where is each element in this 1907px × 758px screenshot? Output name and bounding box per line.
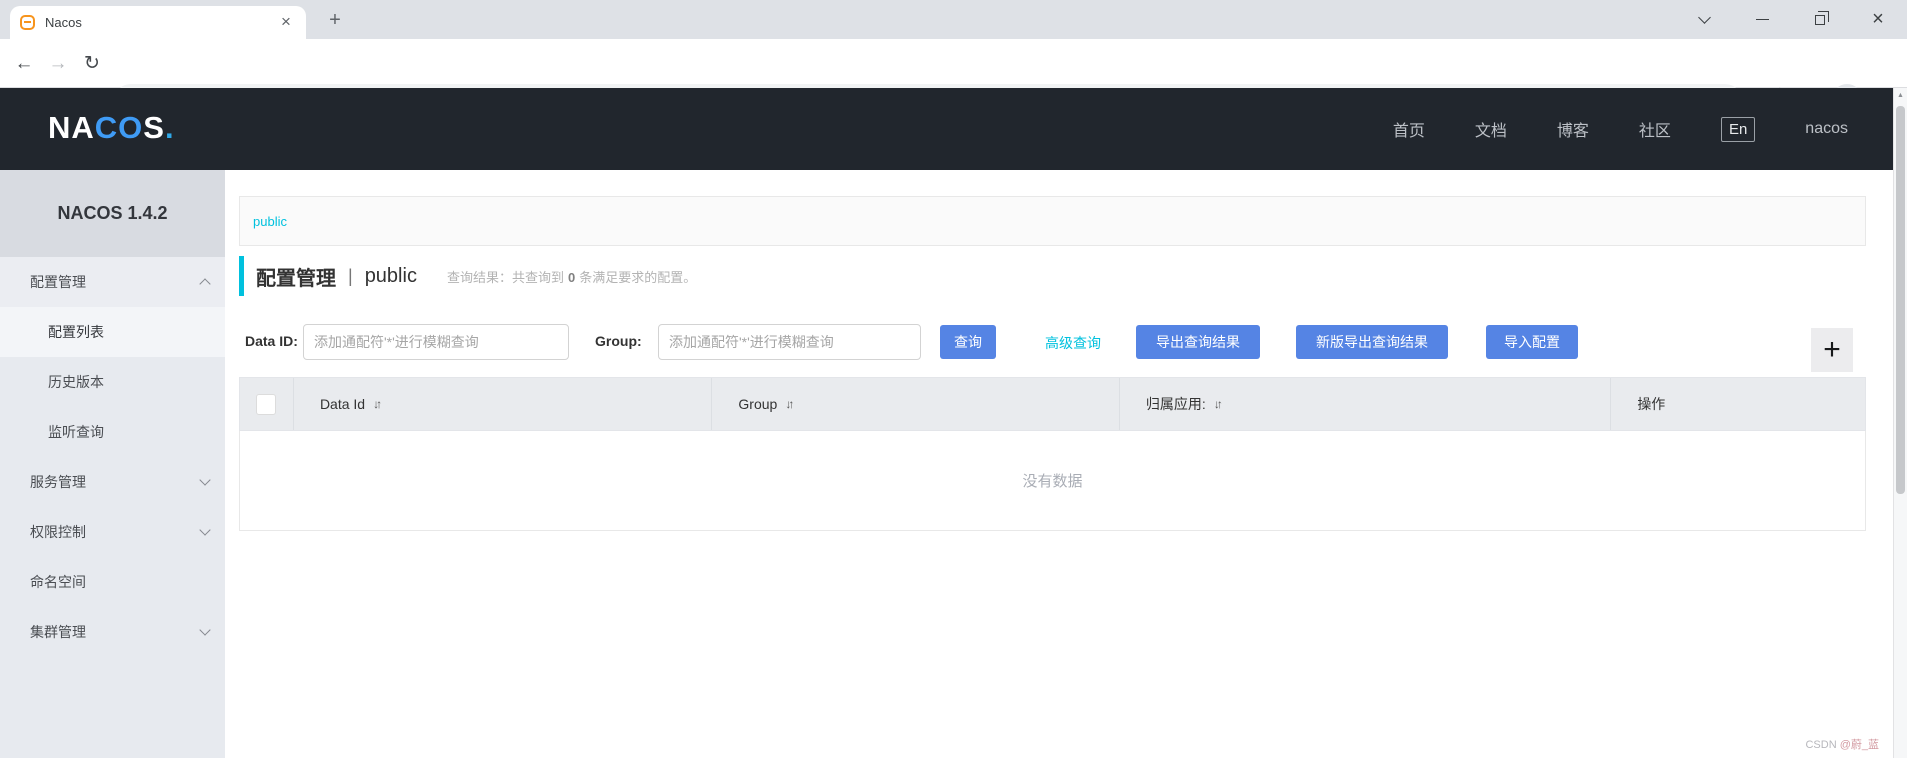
- page-heading: 配置管理 | public 查询结果：共查询到 0 条满足要求的配置。: [239, 256, 696, 296]
- data-id-label: Data ID:: [245, 333, 298, 349]
- namespace-bar: public: [239, 196, 1866, 246]
- sort-icon: ↓↑: [373, 397, 382, 411]
- query-button[interactable]: 查询: [940, 325, 996, 359]
- nav-docs-link[interactable]: 文档: [1475, 117, 1507, 141]
- nacos-top-nav: 首页 文档 博客 社区 En nacos: [1393, 88, 1848, 170]
- browser-tab-bar: Nacos × + ×: [0, 0, 1907, 39]
- column-header-group[interactable]: Group ↓↑: [711, 378, 1119, 430]
- current-user[interactable]: nacos: [1805, 120, 1848, 138]
- minimize-button[interactable]: [1733, 0, 1791, 39]
- window-controls: ×: [1675, 0, 1907, 39]
- browser-window: Nacos × + × ← → ↻ i localhost:8848/nacos…: [0, 0, 1907, 758]
- add-config-button[interactable]: +: [1811, 328, 1853, 372]
- main-content: public 配置管理 | public 查询结果：共查询到 0 条满足要求的配置。…: [225, 170, 1907, 758]
- export-results-new-button[interactable]: 新版导出查询结果: [1296, 325, 1448, 359]
- sidebar-version-label: NACOS 1.4.2: [0, 170, 225, 257]
- scroll-up-arrow-icon[interactable]: ▲: [1894, 92, 1907, 99]
- nacos-header: NACOS. 首页 文档 博客 社区 En nacos: [0, 88, 1907, 170]
- chevron-down-icon: [199, 474, 211, 486]
- nacos-logo[interactable]: NACOS.: [48, 110, 175, 146]
- export-results-button[interactable]: 导出查询结果: [1136, 325, 1260, 359]
- chevron-down-icon: [199, 624, 211, 636]
- sidebar-item-history-versions[interactable]: 历史版本: [0, 357, 225, 407]
- sort-icon: ↓↑: [1213, 397, 1223, 411]
- watermark: CSDN @蔚_蓝: [1805, 739, 1879, 751]
- select-all-checkbox[interactable]: [256, 393, 277, 415]
- page-scrollbar[interactable]: ▲: [1893, 88, 1907, 758]
- query-result-summary: 查询结果：共查询到 0 条满足要求的配置。: [446, 269, 697, 285]
- advanced-query-link[interactable]: 高级查询: [1045, 333, 1101, 353]
- nacos-favicon-icon: [20, 15, 35, 30]
- import-config-button[interactable]: 导入配置: [1486, 325, 1578, 359]
- chevron-down-icon: [199, 524, 211, 536]
- sidebar-item-namespace[interactable]: 命名空间: [0, 557, 225, 607]
- language-toggle-button[interactable]: En: [1720, 116, 1756, 142]
- browser-tab-nacos[interactable]: Nacos ×: [10, 6, 306, 39]
- group-label: Group:: [595, 333, 642, 349]
- new-tab-button[interactable]: +: [322, 8, 348, 34]
- data-id-input[interactable]: [303, 324, 569, 360]
- nav-community-link[interactable]: 社区: [1639, 117, 1671, 141]
- empty-state-text: 没有数据: [1022, 473, 1083, 490]
- nav-blog-link[interactable]: 博客: [1557, 117, 1589, 141]
- namespace-tab-public[interactable]: public: [253, 214, 287, 229]
- search-form: Data ID: Group: 查询 高级查询 导出查询结果 新版导出查询结果 …: [225, 322, 1907, 372]
- result-count: 0: [567, 269, 576, 285]
- group-input[interactable]: [658, 324, 921, 360]
- tab-close-icon[interactable]: ×: [276, 12, 296, 33]
- column-header-application[interactable]: 归属应用: ↓↑: [1118, 378, 1610, 430]
- nav-home-link[interactable]: 首页: [1393, 117, 1425, 141]
- title-separator: |: [348, 265, 353, 286]
- sidebar-item-service-management[interactable]: 服务管理: [0, 457, 225, 507]
- tab-search-chevron-icon[interactable]: [1675, 0, 1733, 39]
- table-header-row: Data Id ↓↑ Group ↓↑ 归属应用: ↓↑ 操作: [239, 377, 1866, 431]
- sidebar-item-listening-query[interactable]: 监听查询: [0, 407, 225, 457]
- forward-icon[interactable]: →: [44, 51, 72, 77]
- select-all-cell: [240, 378, 293, 430]
- sidebar-item-cluster-management[interactable]: 集群管理: [0, 607, 225, 657]
- reload-icon[interactable]: ↻: [78, 51, 106, 77]
- tab-title: Nacos: [45, 15, 82, 30]
- sidebar-item-config-list[interactable]: 配置列表: [0, 307, 225, 357]
- sidebar-item-permission-control[interactable]: 权限控制: [0, 507, 225, 557]
- chevron-up-icon: [199, 278, 211, 290]
- sidebar-item-config-management[interactable]: 配置管理: [0, 257, 225, 307]
- back-icon[interactable]: ←: [10, 51, 38, 77]
- column-header-operations: 操作: [1610, 378, 1865, 430]
- browser-url-bar: ← → ↻ i localhost:8848/nacos/#/configura…: [0, 39, 1907, 120]
- table-empty-body: 没有数据: [239, 431, 1866, 531]
- sort-icon: ↓↑: [785, 397, 794, 411]
- scrollbar-thumb[interactable]: [1896, 106, 1905, 494]
- sidebar: NACOS 1.4.2 配置管理 配置列表 历史版本 监听查询 服务管理 权限控…: [0, 170, 225, 758]
- config-table: Data Id ↓↑ Group ↓↑ 归属应用: ↓↑ 操作 没有数据: [239, 377, 1866, 531]
- restore-button[interactable]: [1791, 0, 1849, 39]
- title-namespace: public: [364, 264, 417, 287]
- page-title: 配置管理: [256, 267, 336, 290]
- column-header-data-id[interactable]: Data Id ↓↑: [292, 378, 711, 430]
- close-window-button[interactable]: ×: [1849, 0, 1907, 39]
